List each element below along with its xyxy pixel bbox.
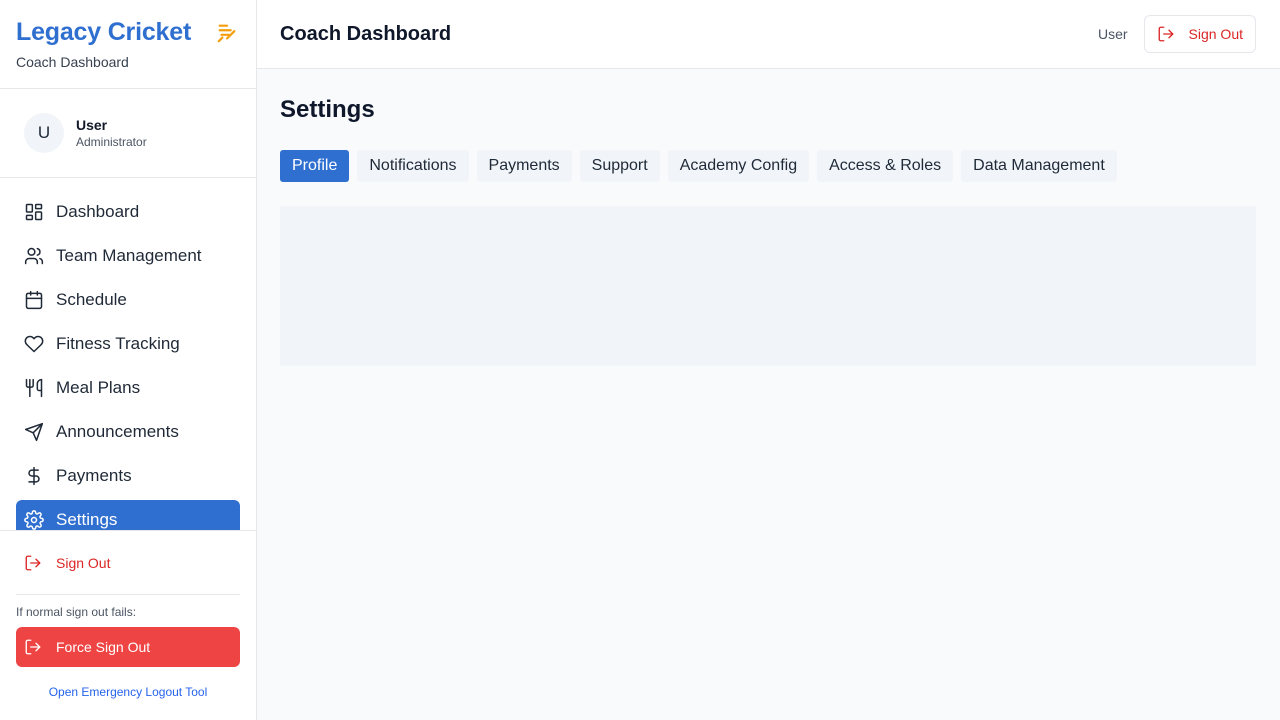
sidebar-item-settings[interactable]: Settings: [16, 500, 240, 530]
sidebar-item-announcements[interactable]: Announcements: [16, 412, 240, 452]
sidebar: Legacy Cricket Coach Dashboard U User Ad…: [0, 0, 257, 720]
brand-title: Legacy Cricket: [16, 18, 192, 46]
sidebar-item-label: Dashboard: [56, 202, 140, 221]
force-sign-out-button[interactable]: Force Sign Out: [16, 627, 240, 667]
sidebar-sign-out-button[interactable]: Sign Out: [16, 531, 240, 595]
sidebar-item-label: Fitness Tracking: [56, 334, 180, 353]
tab-access-roles[interactable]: Access & Roles: [817, 150, 954, 182]
fallback-note: If normal sign out fails:: [16, 605, 137, 619]
sidebar-item-meal-plans[interactable]: Meal Plans: [16, 368, 240, 408]
sidebar-item-label: Settings: [56, 510, 118, 529]
user-profile: U User Administrator: [0, 89, 256, 178]
dollar-icon: [28, 466, 40, 486]
page-title: Settings: [280, 96, 375, 123]
brand-subtitle: Coach Dashboard: [16, 54, 129, 70]
dashboard-icon: [25, 203, 43, 221]
tab-data-management[interactable]: Data Management: [961, 150, 1117, 182]
sidebar-item-label: Payments: [56, 466, 132, 485]
sidebar-item-schedule[interactable]: Schedule: [16, 280, 240, 320]
sidebar-item-label: Announcements: [56, 422, 179, 441]
cricket-icon: [217, 24, 236, 43]
sign-out-label: Sign Out: [56, 554, 111, 571]
heart-icon: [24, 335, 44, 353]
logout-icon: [25, 555, 41, 570]
tab-notifications[interactable]: Notifications: [357, 150, 469, 182]
tab-payments[interactable]: Payments: [476, 150, 572, 182]
sidebar-item-fitness-tracking[interactable]: Fitness Tracking: [16, 324, 240, 364]
tab-support[interactable]: Support: [579, 150, 660, 182]
gear-icon: [24, 510, 44, 530]
header-user-label: User: [1097, 26, 1128, 42]
sidebar-item-team-management[interactable]: Team Management: [16, 236, 240, 276]
header-sign-out-label: Sign Out: [1188, 26, 1243, 42]
main-content: Settings Profile Notifications Payments …: [280, 69, 1256, 366]
force-sign-out-label: Force Sign Out: [56, 639, 151, 655]
top-header: Coach Dashboard User Sign Out: [257, 0, 1280, 69]
tab-academy-config[interactable]: Academy Config: [667, 150, 810, 182]
sidebar-item-label: Team Management: [56, 246, 202, 265]
header-title: Coach Dashboard: [280, 22, 452, 45]
tab-profile[interactable]: Profile: [280, 150, 350, 182]
logout-icon: [25, 639, 41, 655]
user-name: User: [76, 117, 108, 133]
avatar: U: [24, 113, 64, 153]
calendar-icon: [25, 290, 43, 310]
settings-tabs: Profile Notifications Payments Support A…: [280, 150, 1256, 182]
logout-icon: [1158, 26, 1173, 42]
user-role: Administrator: [76, 135, 147, 149]
sidebar-footer: Sign Out If normal sign out fails: Force…: [0, 530, 256, 720]
sidebar-item-dashboard[interactable]: Dashboard: [16, 192, 240, 232]
sidebar-item-label: Meal Plans: [56, 378, 141, 397]
sidebar-nav: Dashboard Team Management Schedule Fitne…: [16, 192, 240, 530]
header-sign-out-button[interactable]: Sign Out: [1143, 15, 1256, 53]
sidebar-item-label: Schedule: [56, 290, 127, 309]
brand-header: Legacy Cricket Coach Dashboard: [0, 0, 256, 89]
emergency-logout-link[interactable]: Open Emergency Logout Tool: [16, 685, 240, 699]
utensils-icon: [25, 378, 43, 398]
sidebar-item-payments[interactable]: Payments: [16, 456, 240, 496]
users-icon: [24, 247, 44, 265]
send-icon: [24, 422, 44, 442]
tab-content-panel: [280, 206, 1256, 366]
